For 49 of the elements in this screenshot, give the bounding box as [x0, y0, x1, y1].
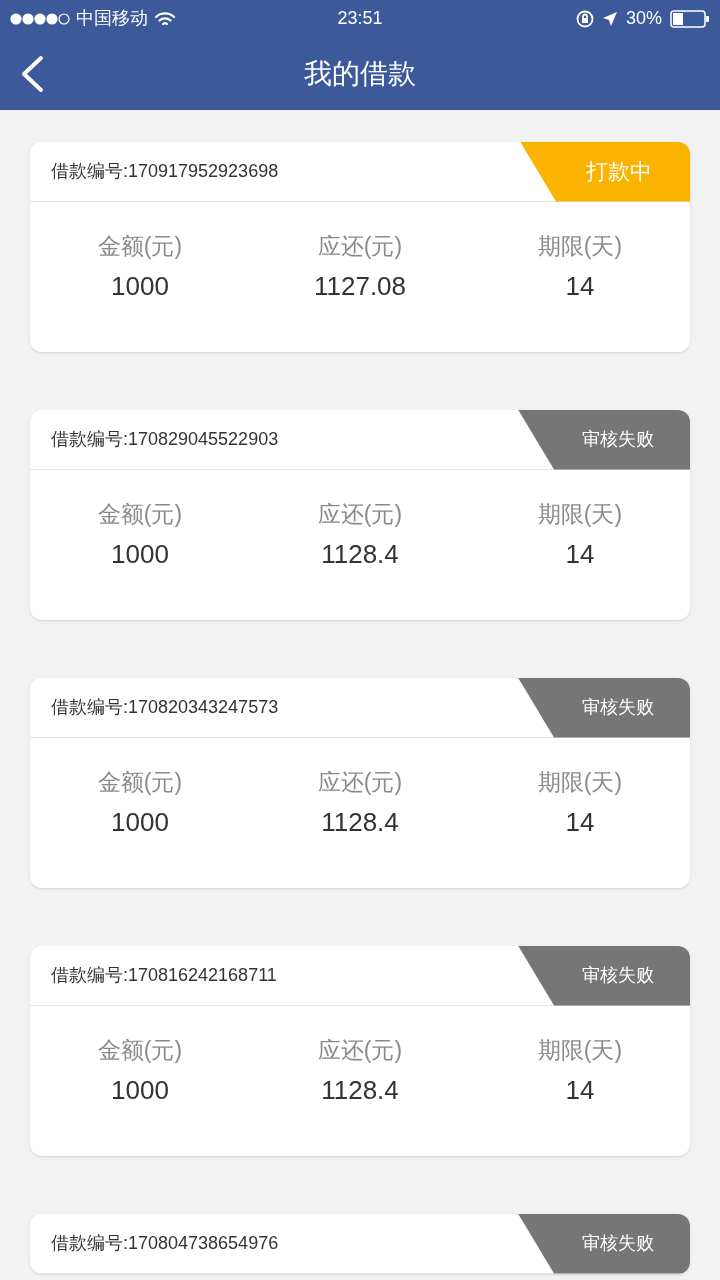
field-label: 金额(元) — [97, 232, 183, 261]
loan-card[interactable]: 借款编号:170820343247573 审核失败 金额(元) 1000 应还(元) 1128.4 期限(天) 14 — [30, 678, 690, 888]
status-badge: 审核失败 — [518, 678, 690, 738]
carrier-name: 中国移动 — [76, 7, 148, 30]
status-badge: 审核失败 — [518, 1214, 690, 1274]
loan-number: 借款编号:170820343247573 — [50, 696, 279, 719]
field-label: 期限(天) — [537, 1036, 623, 1065]
field-label: 应还(元) — [317, 1036, 403, 1065]
field-value: 14 — [565, 1074, 595, 1107]
loan-number: 借款编号:170804738654976 — [50, 1232, 279, 1255]
field-value: 1128.4 — [321, 1074, 399, 1107]
back-icon — [20, 54, 44, 93]
status-badge: 打款中 — [520, 142, 690, 202]
field-label: 期限(天) — [537, 500, 623, 529]
field-value: 1127.08 — [313, 270, 407, 303]
location-icon — [601, 10, 618, 27]
loan-card[interactable]: 借款编号:170917952923698 打款中 金额(元) 1000 应还(元) 1127.08 期限(天) 14 — [30, 142, 690, 352]
loan-card[interactable]: 借款编号:170816242168711 审核失败 金额(元) 1000 应还(元) 1128.4 期限(天) 14 — [30, 946, 690, 1156]
field-label: 应还(元) — [317, 232, 403, 261]
field-value: 14 — [565, 806, 595, 839]
field-label: 期限(天) — [537, 232, 623, 261]
field-label: 应还(元) — [317, 500, 403, 529]
loan-card[interactable]: 借款编号:170804738654976 审核失败 — [30, 1214, 690, 1274]
loan-card[interactable]: 借款编号:170829045522903 审核失败 金额(元) 1000 应还(元) 1128.4 期限(天) 14 — [30, 410, 690, 620]
battery-percent: 30% — [625, 7, 662, 30]
field-value: 1128.4 — [321, 806, 399, 839]
loan-number: 借款编号:170829045522903 — [50, 428, 279, 451]
field-label: 金额(元) — [97, 768, 183, 797]
field-value: 14 — [565, 270, 595, 303]
clock: 23:51 — [336, 7, 384, 30]
field-value: 1128.4 — [321, 538, 399, 571]
page-title: 我的借款 — [304, 56, 416, 91]
field-value: 1000 — [111, 1074, 169, 1107]
status-badge: 审核失败 — [518, 946, 690, 1006]
status-badge: 审核失败 — [518, 410, 690, 470]
field-label: 金额(元) — [97, 1036, 183, 1065]
field-value: 1000 — [111, 270, 169, 303]
wifi-icon — [154, 10, 176, 27]
signal-icon — [10, 12, 70, 25]
field-label: 期限(天) — [537, 768, 623, 797]
field-label: 应还(元) — [317, 768, 403, 797]
loan-number: 借款编号:170816242168711 — [50, 964, 277, 987]
field-value: 14 — [565, 538, 595, 571]
rotation-lock-icon — [575, 9, 594, 28]
battery-icon — [670, 9, 710, 28]
loan-number: 借款编号:170917952923698 — [50, 160, 279, 183]
field-value: 1000 — [111, 538, 169, 571]
field-label: 金额(元) — [97, 500, 183, 529]
field-value: 1000 — [111, 806, 169, 839]
